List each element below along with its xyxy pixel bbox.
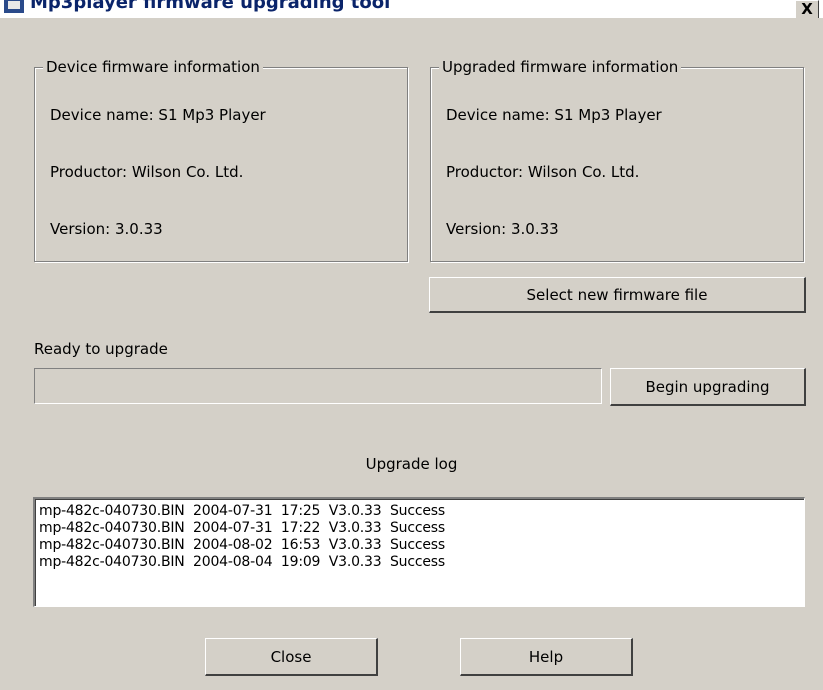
- close-button[interactable]: Close: [205, 638, 378, 676]
- log-entry[interactable]: mp-482c-040730.BIN 2004-07-31 17:22 V3.0…: [39, 520, 804, 537]
- device-version-label: Version: 3.0.33: [50, 220, 163, 238]
- upgraded-firmware-legend: Upgraded firmware information: [439, 58, 682, 76]
- upgraded-name-label: Device name: S1 Mp3 Player: [446, 106, 662, 124]
- device-firmware-legend: Device firmware information: [43, 58, 263, 76]
- close-icon[interactable]: X: [795, 0, 819, 18]
- log-entry[interactable]: mp-482c-040730.BIN 2004-08-04 19:09 V3.0…: [39, 554, 804, 571]
- device-productor-label: Productor: Wilson Co. Ltd.: [50, 163, 244, 181]
- title-bar: Mp3player firmware upgrading tool X: [0, 0, 823, 18]
- log-entry[interactable]: mp-482c-040730.BIN 2004-08-02 16:53 V3.0…: [39, 537, 804, 554]
- app-icon: [4, 0, 24, 13]
- upgrade-progress-bar: [34, 368, 602, 404]
- log-entry[interactable]: mp-482c-040730.BIN 2004-07-31 17:25 V3.0…: [39, 503, 804, 520]
- select-firmware-button[interactable]: Select new firmware file: [429, 277, 806, 313]
- help-button[interactable]: Help: [460, 638, 633, 676]
- begin-upgrading-button[interactable]: Begin upgrading: [610, 368, 806, 406]
- status-text: Ready to upgrade: [34, 340, 168, 358]
- upgraded-productor-label: Productor: Wilson Co. Ltd.: [446, 163, 640, 181]
- device-firmware-group: Device firmware information Device name:…: [34, 58, 408, 262]
- upgraded-version-label: Version: 3.0.33: [446, 220, 559, 238]
- window-title-wrap: Mp3player firmware upgrading tool: [4, 0, 390, 16]
- window-title: Mp3player firmware upgrading tool: [30, 0, 391, 13]
- device-name-label: Device name: S1 Mp3 Player: [50, 106, 266, 124]
- upgraded-firmware-group: Upgraded firmware information Device nam…: [430, 58, 804, 262]
- upgrade-log-list[interactable]: mp-482c-040730.BIN 2004-07-31 17:25 V3.0…: [33, 497, 805, 607]
- upgrade-log-title: Upgrade log: [365, 455, 458, 473]
